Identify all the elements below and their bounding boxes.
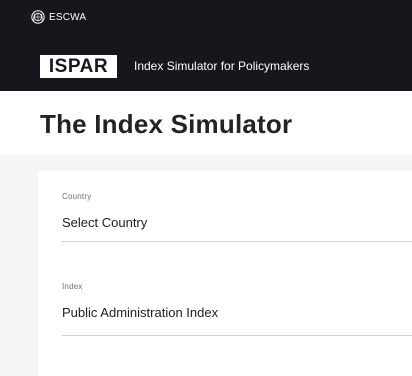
org-brand[interactable]: ESCWA — [31, 10, 86, 24]
ispar-logo[interactable]: ISPAR — [40, 55, 117, 78]
country-select[interactable]: Country Select Country — [62, 192, 412, 231]
index-underline — [62, 335, 412, 336]
page: ESCWA ISPAR Index Simulator for Policyma… — [0, 0, 412, 376]
un-emblem-icon — [31, 10, 45, 24]
app-subtitle: Index Simulator for Policymakers — [134, 59, 310, 73]
country-label: Country — [62, 192, 92, 201]
org-name: ESCWA — [49, 11, 87, 23]
index-select[interactable]: Index Public Administration Index — [62, 282, 412, 321]
country-value: Select Country — [62, 215, 148, 230]
index-value: Public Administration Index — [62, 305, 219, 320]
page-title: The Index Simulator — [40, 109, 293, 139]
index-label: Index — [62, 282, 83, 291]
country-underline — [62, 241, 412, 242]
site-header: ESCWA ISPAR Index Simulator for Policyma… — [0, 0, 412, 91]
